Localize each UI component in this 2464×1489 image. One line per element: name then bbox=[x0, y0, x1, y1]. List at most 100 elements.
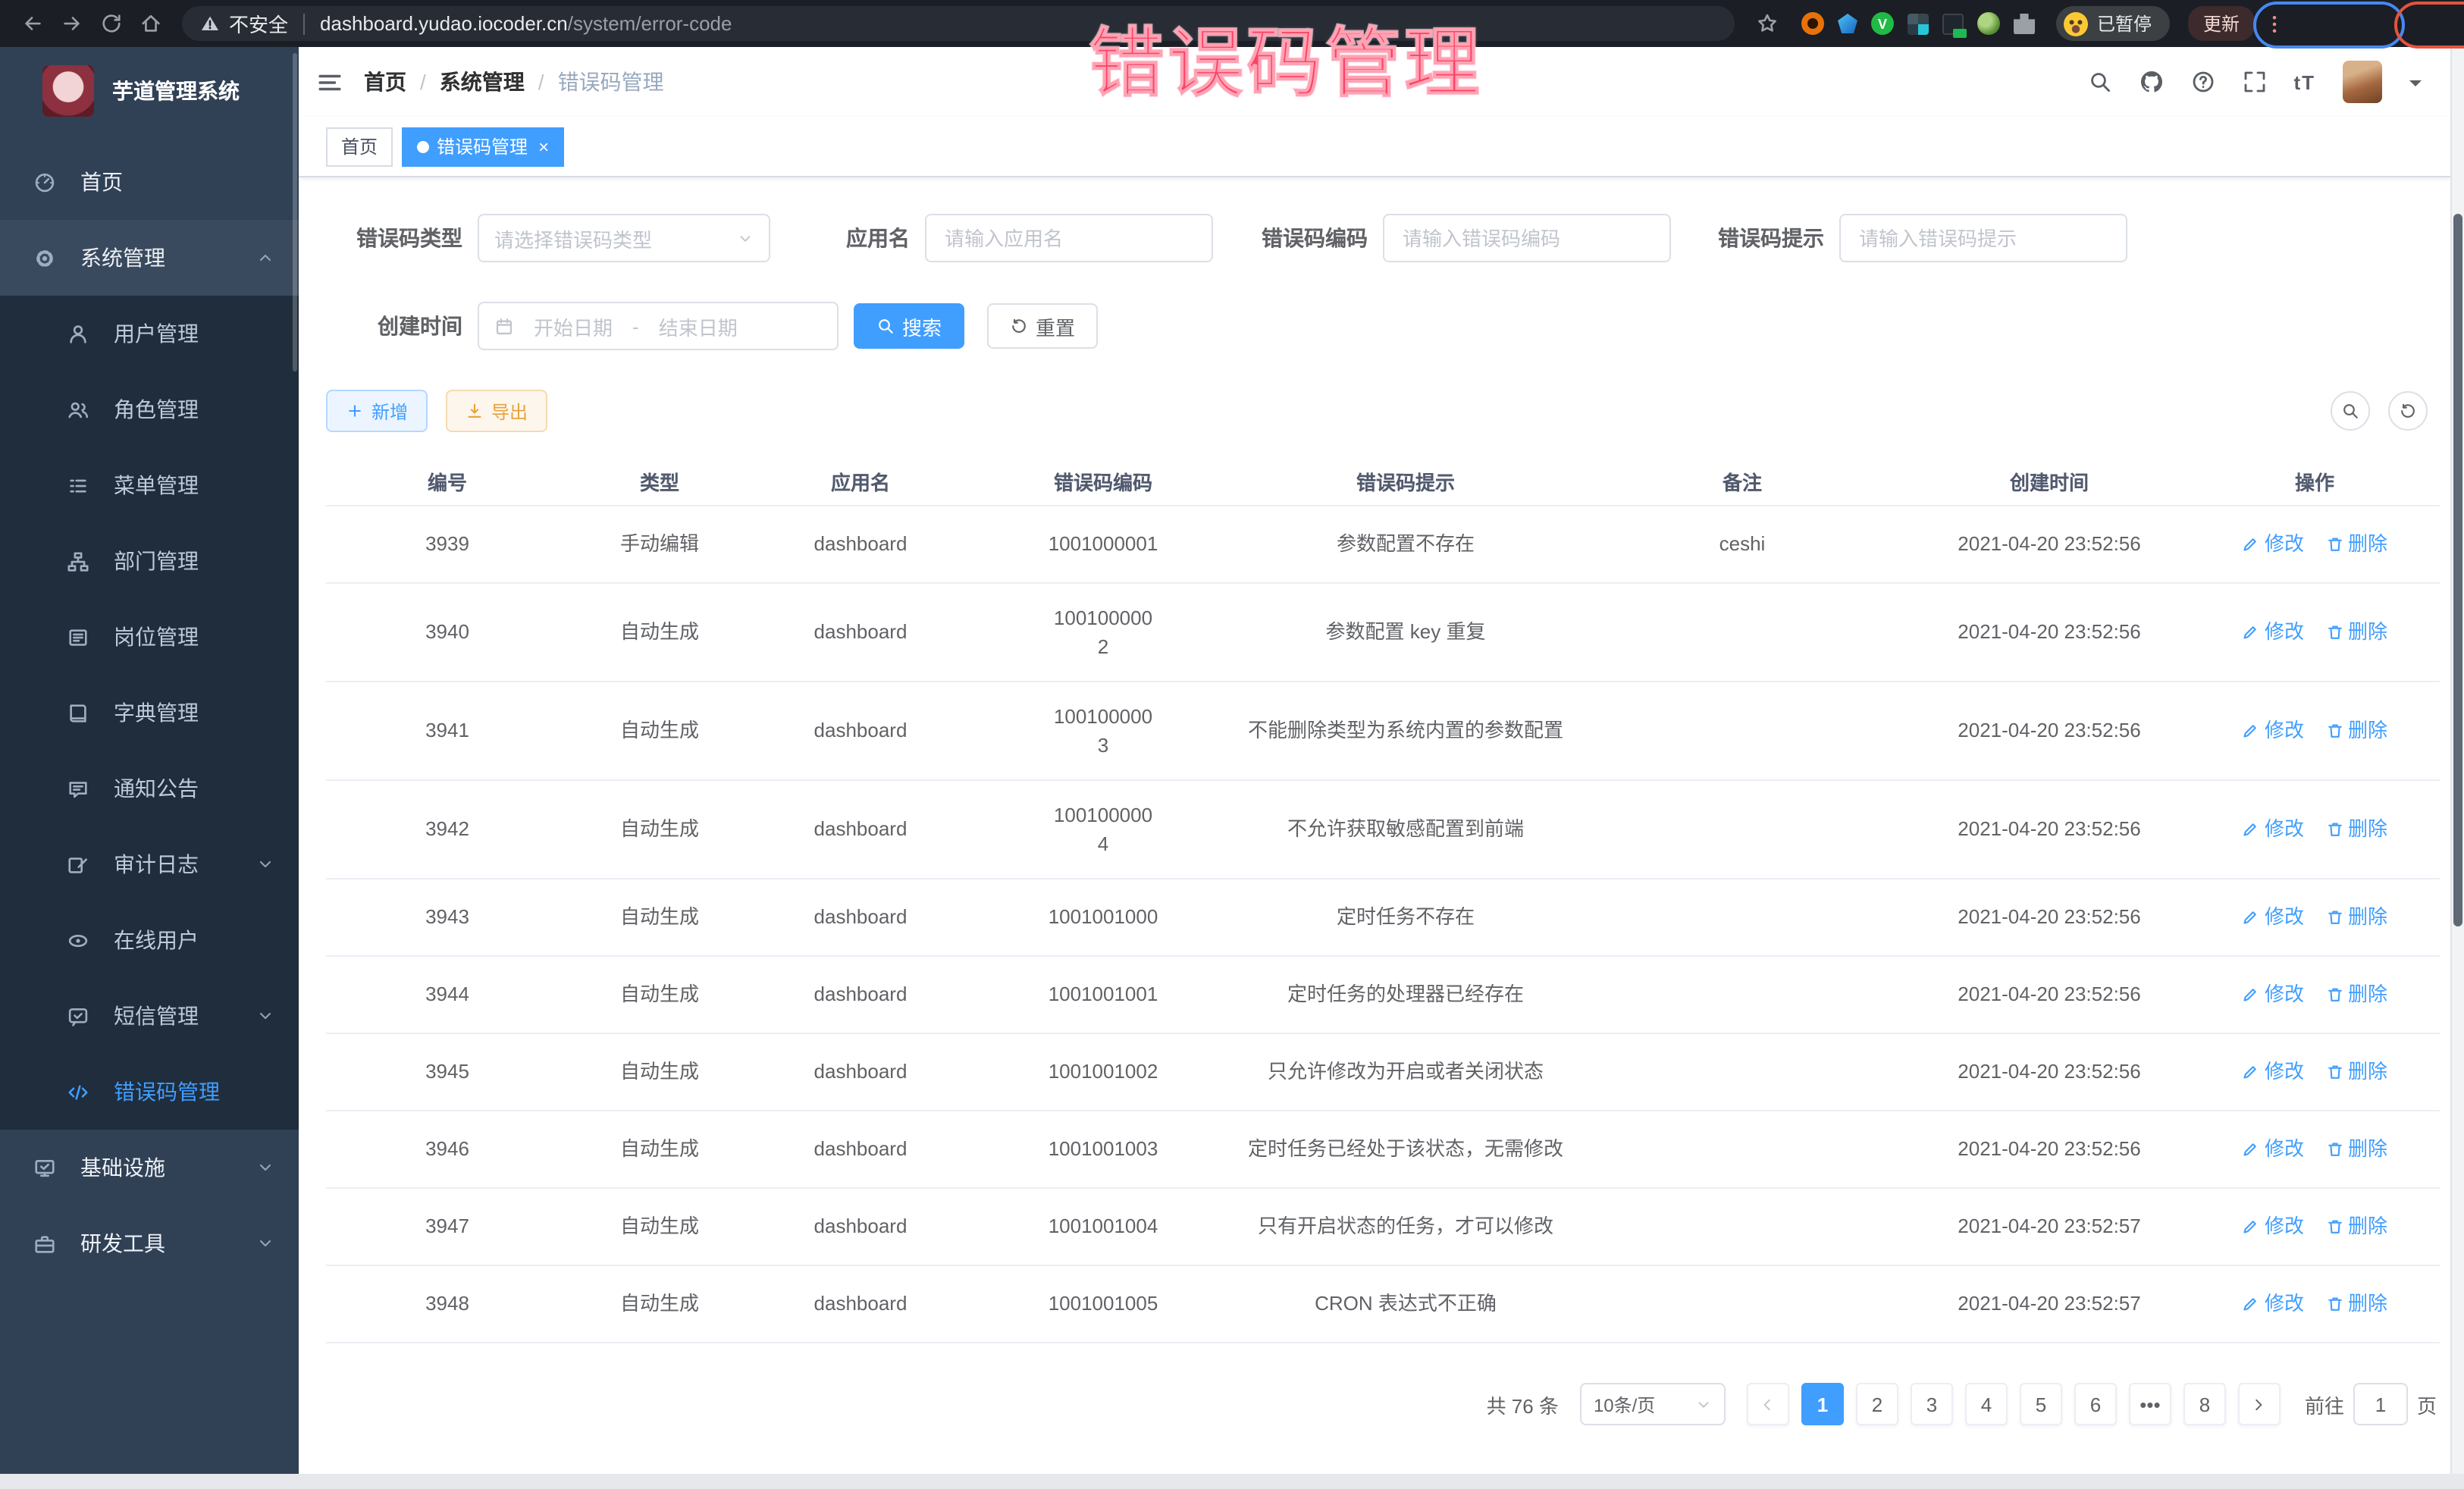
page-scrollbar[interactable] bbox=[2450, 47, 2464, 1474]
ext-on-badge-icon[interactable] bbox=[1942, 13, 1964, 34]
delete-link[interactable]: 删除 bbox=[2325, 1290, 2387, 1319]
download-icon bbox=[466, 402, 484, 420]
sidebar-item-posts[interactable]: 岗位管理 bbox=[0, 599, 299, 675]
edit-link[interactable]: 修改 bbox=[2242, 980, 2304, 1010]
search-button[interactable]: 搜索 bbox=[854, 303, 964, 349]
refresh-table-button[interactable] bbox=[2388, 391, 2428, 431]
edit-link[interactable]: 修改 bbox=[2242, 1290, 2304, 1319]
sidebar-toggle-icon[interactable] bbox=[317, 69, 343, 95]
user-avatar[interactable] bbox=[2343, 61, 2382, 103]
sidebar-item-online-users[interactable]: 在线用户 bbox=[0, 902, 299, 978]
sidebar-item-users[interactable]: 用户管理 bbox=[0, 296, 299, 371]
ext-orange-ring-icon[interactable] bbox=[1801, 12, 1824, 35]
edit-link[interactable]: 修改 bbox=[2242, 1058, 2304, 1087]
address-bar[interactable]: 不安全 dashboard.yudao.iocoder.cn/system/er… bbox=[182, 6, 1735, 41]
error-type-select[interactable]: 请选择错误码类型 bbox=[478, 214, 770, 262]
prev-page-button[interactable] bbox=[1747, 1383, 1789, 1425]
ext-blue-gem-icon[interactable] bbox=[1838, 14, 1857, 33]
ext-puzzle-icon[interactable] bbox=[2014, 13, 2035, 34]
sidebar-item-system[interactable]: 系统管理 bbox=[0, 220, 299, 296]
sidebar-item-menus[interactable]: 菜单管理 bbox=[0, 447, 299, 523]
delete-link[interactable]: 删除 bbox=[2325, 618, 2387, 647]
delete-link[interactable]: 删除 bbox=[2325, 530, 2387, 560]
page-button-2[interactable]: 2 bbox=[1856, 1383, 1898, 1425]
fullscreen-icon[interactable] bbox=[2242, 70, 2266, 94]
cell-app: dashboard bbox=[751, 530, 970, 560]
reset-button[interactable]: 重置 bbox=[987, 303, 1098, 349]
help-icon[interactable] bbox=[2190, 70, 2215, 94]
page-button-6[interactable]: 6 bbox=[2074, 1383, 2117, 1425]
delete-link[interactable]: 删除 bbox=[2325, 716, 2387, 746]
page-button-8[interactable]: 8 bbox=[2183, 1383, 2226, 1425]
sidebar-item-sms[interactable]: 短信管理 bbox=[0, 978, 299, 1054]
delete-link[interactable]: 删除 bbox=[2325, 980, 2387, 1010]
tab-error-code[interactable]: 错误码管理 × bbox=[402, 127, 564, 166]
edit-link[interactable]: 修改 bbox=[2242, 1212, 2304, 1242]
delete-link[interactable]: 删除 bbox=[2325, 815, 2387, 845]
edit-link[interactable]: 修改 bbox=[2242, 815, 2304, 845]
sidebar-item-audit-logs[interactable]: 审计日志 bbox=[0, 826, 299, 902]
page-button-4[interactable]: 4 bbox=[1965, 1383, 2008, 1425]
date-range-picker[interactable]: 开始日期 - 结束日期 bbox=[478, 302, 839, 350]
breadcrumb-system[interactable]: 系统管理 bbox=[440, 67, 525, 97]
not-secure-warning-icon[interactable] bbox=[200, 14, 220, 33]
edit-link[interactable]: 修改 bbox=[2242, 716, 2304, 746]
goto-unit: 页 bbox=[2417, 1390, 2437, 1418]
font-size-icon[interactable]: tT bbox=[2293, 71, 2315, 93]
browser-reload-icon[interactable] bbox=[91, 4, 130, 43]
sidebar-item-dicts[interactable]: 字典管理 bbox=[0, 675, 299, 751]
chevron-down-icon bbox=[256, 1158, 274, 1177]
page-size-select[interactable]: 10条/页 bbox=[1580, 1383, 1726, 1425]
sidebar-item-depts[interactable]: 部门管理 bbox=[0, 523, 299, 599]
edit-link[interactable]: 修改 bbox=[2242, 618, 2304, 647]
browser-forward-icon[interactable] bbox=[52, 4, 91, 43]
more-pages-button[interactable]: ••• bbox=[2129, 1383, 2171, 1425]
page-button-5[interactable]: 5 bbox=[2020, 1383, 2062, 1425]
goto-page-input[interactable] bbox=[2353, 1383, 2408, 1425]
avatar-caret-down-icon[interactable] bbox=[2409, 80, 2422, 92]
delete-link[interactable]: 删除 bbox=[2325, 1058, 2387, 1087]
sidebar-scrollbar-thumb[interactable] bbox=[293, 53, 297, 371]
sidebar-item-dev-tools[interactable]: 研发工具 bbox=[0, 1205, 299, 1281]
search-icon[interactable] bbox=[2087, 70, 2111, 94]
tab-close-icon[interactable]: × bbox=[538, 136, 549, 157]
error-message-input[interactable] bbox=[1839, 214, 2127, 262]
edit-link[interactable]: 修改 bbox=[2242, 903, 2304, 933]
sidebar-item-error-codes[interactable]: 错误码管理 bbox=[0, 1054, 299, 1130]
ext-dark-grid-icon[interactable] bbox=[1908, 13, 1929, 34]
browser-back-icon[interactable] bbox=[12, 4, 52, 43]
bookmark-star-icon[interactable] bbox=[1747, 4, 1786, 43]
app-name-input[interactable] bbox=[925, 214, 1213, 262]
page-button-3[interactable]: 3 bbox=[1911, 1383, 1953, 1425]
delete-link[interactable]: 删除 bbox=[2325, 1135, 2387, 1165]
edit-link[interactable]: 修改 bbox=[2242, 530, 2304, 560]
export-button[interactable]: 导出 bbox=[446, 390, 547, 432]
table-row: 3939手动编辑dashboard1001000001参数配置不存在ceshi2… bbox=[326, 506, 2440, 584]
sidebar-item-home[interactable]: 首页 bbox=[0, 144, 299, 220]
app-logo[interactable]: 芋道管理系统 bbox=[0, 53, 299, 129]
edit-link[interactable]: 修改 bbox=[2242, 1135, 2304, 1165]
github-icon[interactable] bbox=[2139, 70, 2163, 94]
sidebar-item-infra[interactable]: 基础设施 bbox=[0, 1130, 299, 1205]
profile-chip[interactable]: 已暂停 bbox=[2056, 6, 2170, 41]
page-scrollbar-thumb[interactable] bbox=[2453, 214, 2462, 926]
next-page-button[interactable] bbox=[2238, 1383, 2281, 1425]
add-button[interactable]: 新增 bbox=[326, 390, 428, 432]
breadcrumb-home[interactable]: 首页 bbox=[364, 67, 406, 97]
browser-home-icon[interactable] bbox=[130, 4, 170, 43]
tab-label: 首页 bbox=[341, 133, 378, 159]
toggle-search-button[interactable] bbox=[2331, 391, 2370, 431]
delete-link[interactable]: 删除 bbox=[2325, 903, 2387, 933]
chrome-update-button[interactable]: 更新 bbox=[2188, 6, 2255, 41]
delete-link[interactable]: 删除 bbox=[2325, 1212, 2387, 1242]
tab-home[interactable]: 首页 bbox=[326, 127, 393, 166]
ext-green-v-icon[interactable] bbox=[1871, 12, 1894, 35]
sidebar-item-roles[interactable]: 角色管理 bbox=[0, 371, 299, 447]
sidebar-item-label: 岗位管理 bbox=[114, 622, 199, 652]
app-name-label: 应用名 bbox=[825, 223, 925, 253]
page-button-1[interactable]: 1 bbox=[1801, 1383, 1844, 1425]
error-code-input[interactable] bbox=[1383, 214, 1671, 262]
browser-menu-icon[interactable] bbox=[2264, 13, 2285, 34]
ext-green-creature-icon[interactable] bbox=[1977, 12, 2000, 35]
sidebar-item-notices[interactable]: 通知公告 bbox=[0, 751, 299, 826]
